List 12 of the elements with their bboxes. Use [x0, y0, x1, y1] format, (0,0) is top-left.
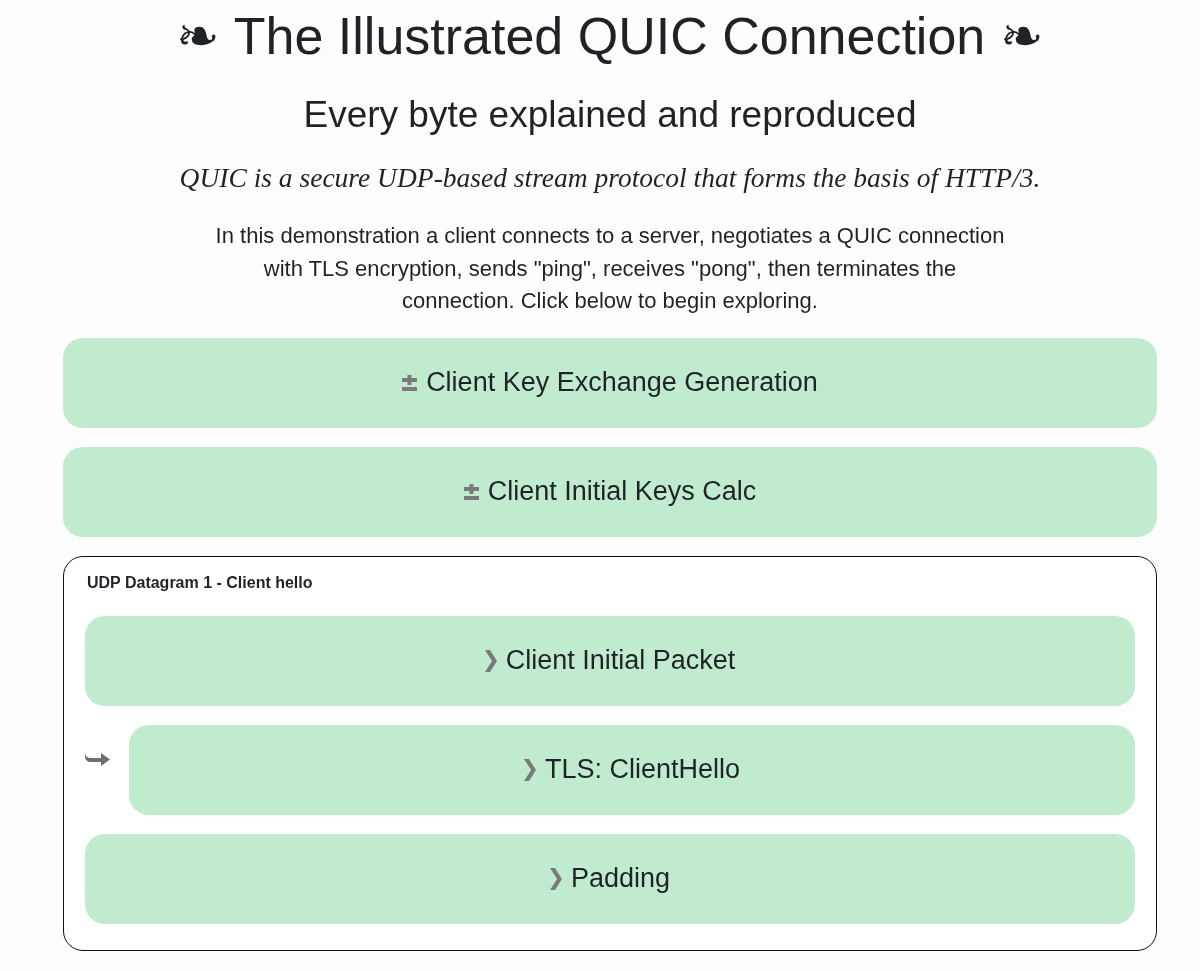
intro-paragraph: In this demonstration a client connects to a server, negotiates a QUIC connection with TLS encryption, sends "ping", receives "pong", then terminates the connection. Click below to begin exploring. — [214, 222, 1006, 315]
record-button[interactable]: TLS: ClientHello — [129, 724, 1135, 815]
record-button[interactable]: Client Initial Packet — [85, 615, 1135, 706]
record-button[interactable]: Padding — [85, 833, 1135, 924]
tagline-text: QUIC is a secure UDP-based stream protocol that forms the basis of HTTP/3. — [179, 161, 1041, 195]
page-title: ❧ The Illustrated QUIC Connection ❧ — [176, 6, 1044, 67]
plus-minus-icon — [402, 374, 418, 391]
plus-minus-icon — [463, 483, 479, 500]
datagram-label: UDP Datagram 1 - Client hello — [87, 572, 314, 593]
calculation-button[interactable]: Client Key Exchange Generation — [63, 337, 1157, 428]
page-subtitle: Every byte explained and reproduced — [303, 93, 917, 137]
calculation-button[interactable]: Client Initial Keys Calc — [63, 446, 1157, 537]
